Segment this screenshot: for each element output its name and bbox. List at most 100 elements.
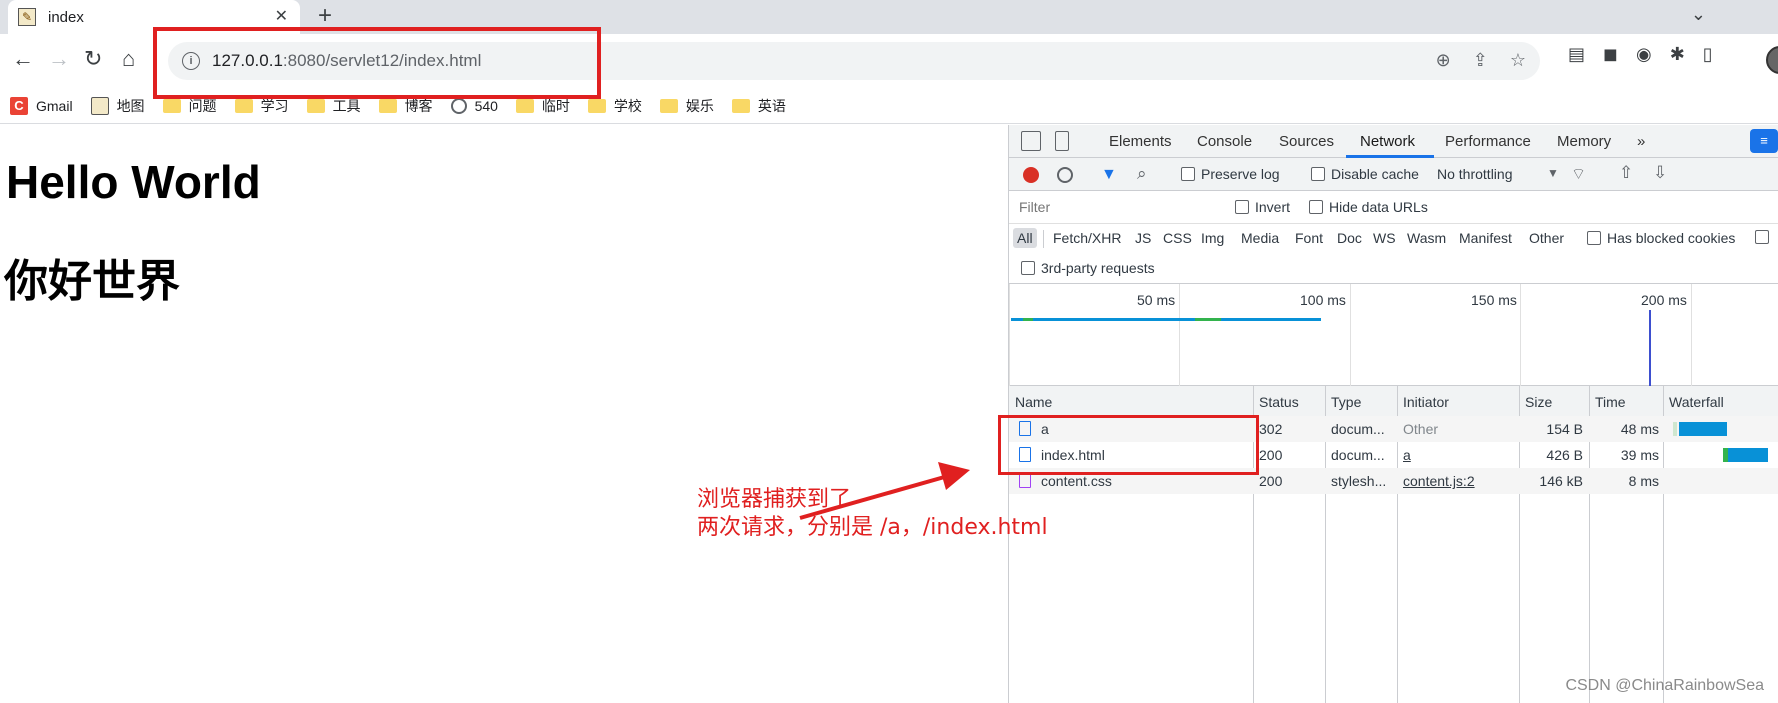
overview-wait-segment: [1023, 318, 1033, 321]
back-arrow-icon[interactable]: ←: [12, 46, 34, 72]
type-fetch-xhr[interactable]: Fetch/XHR: [1049, 228, 1125, 248]
invert-checkbox[interactable]: Invert: [1235, 199, 1290, 215]
network-overview: 50 ms 100 ms 150 ms 200 ms: [1009, 284, 1778, 386]
col-divider: [1589, 386, 1590, 417]
type-wasm[interactable]: Wasm: [1403, 228, 1450, 248]
bookmark-gmail[interactable]: C Gmail: [10, 96, 73, 115]
col-waterfall[interactable]: Waterfall: [1669, 394, 1724, 410]
overview-tick: 150 ms: [1471, 292, 1517, 308]
tab-memory[interactable]: Memory: [1557, 133, 1611, 150]
type-other[interactable]: Other: [1525, 228, 1568, 248]
side-panel-icon[interactable]: ▯: [1703, 44, 1713, 65]
row-type: docum...: [1331, 447, 1385, 463]
row-time: 48 ms: [1620, 421, 1659, 437]
overview-gridline: [1179, 284, 1180, 386]
col-size[interactable]: Size: [1525, 394, 1552, 410]
share-icon[interactable]: ⇪: [1473, 50, 1488, 71]
type-img[interactable]: Img: [1197, 228, 1228, 248]
type-media[interactable]: Media: [1237, 228, 1283, 248]
throttling-select[interactable]: No throttling: [1437, 166, 1512, 182]
extension-b-icon[interactable]: ◉: [1636, 44, 1652, 65]
clear-icon[interactable]: [1057, 167, 1073, 183]
row-size: 146 kB: [1539, 473, 1583, 489]
new-tab-button[interactable]: +: [318, 2, 332, 30]
tab-performance[interactable]: Performance: [1445, 133, 1531, 150]
type-manifest[interactable]: Manifest: [1455, 228, 1516, 248]
type-font[interactable]: Font: [1291, 228, 1327, 248]
tab-title: index: [48, 8, 84, 26]
col-divider: [1253, 386, 1254, 417]
tab-network[interactable]: Network: [1360, 133, 1415, 150]
row-initiator-link[interactable]: a: [1403, 447, 1411, 463]
zoom-icon[interactable]: ⊕: [1436, 50, 1451, 71]
type-doc[interactable]: Doc: [1333, 228, 1366, 248]
extensions-puzzle-icon[interactable]: ✱: [1670, 44, 1685, 65]
type-css[interactable]: CSS: [1159, 228, 1196, 248]
bookmark-540[interactable]: 540: [450, 97, 498, 114]
bookmark-map[interactable]: 地图: [90, 96, 145, 116]
close-tab-icon[interactable]: ✕: [275, 6, 288, 26]
home-icon[interactable]: ⌂: [122, 46, 135, 72]
has-blocked-cookies-checkbox[interactable]: Has blocked cookies: [1587, 230, 1735, 246]
third-party-checkbox[interactable]: 3rd-party requests: [1021, 260, 1155, 276]
gmail-icon: C: [10, 96, 28, 115]
import-har-icon[interactable]: ⇧: [1619, 163, 1633, 183]
requests-table-header: Name Status Type Initiator Size Time Wat…: [1009, 386, 1778, 418]
reload-icon[interactable]: ↻: [84, 46, 102, 72]
filter-input[interactable]: [1013, 195, 1217, 219]
col-divider: [1663, 386, 1664, 417]
tab-search-chevron-icon[interactable]: ⌄: [1691, 4, 1706, 25]
type-all[interactable]: All: [1013, 228, 1037, 248]
overview-tick: 50 ms: [1137, 292, 1176, 308]
throttling-caret-icon[interactable]: ▼: [1547, 166, 1559, 180]
col-name[interactable]: Name: [1015, 394, 1052, 410]
blocked-requests-checkbox[interactable]: [1755, 230, 1769, 244]
waterfall-bar: [1728, 448, 1768, 462]
col-initiator[interactable]: Initiator: [1403, 394, 1449, 410]
col-time[interactable]: Time: [1595, 394, 1626, 410]
heading-nihao-shijie: 你好世界: [4, 256, 180, 307]
bookmark-folder[interactable]: 英语: [731, 96, 786, 116]
record-icon[interactable]: [1023, 167, 1039, 183]
row-size: 426 B: [1546, 447, 1583, 463]
col-type[interactable]: Type: [1331, 394, 1361, 410]
device-toolbar-icon[interactable]: [1055, 131, 1069, 151]
row-type: stylesh...: [1331, 473, 1387, 489]
col-status[interactable]: Status: [1259, 394, 1299, 410]
disable-cache-checkbox[interactable]: Disable cache: [1311, 166, 1419, 182]
tab-elements[interactable]: Elements: [1109, 133, 1172, 150]
type-ws[interactable]: WS: [1369, 228, 1400, 248]
overview-timeline-bar: [1011, 318, 1321, 321]
filter-funnel-icon[interactable]: ▼: [1101, 166, 1117, 184]
folder-icon: [731, 98, 750, 113]
bookmark-star-icon[interactable]: ☆: [1510, 50, 1526, 71]
row-status: 200: [1259, 473, 1283, 489]
tab-sources[interactable]: Sources: [1279, 133, 1334, 150]
bookmark-folder[interactable]: 娱乐: [659, 96, 714, 116]
extension-a-icon[interactable]: ◼: [1603, 44, 1618, 65]
row-status: 200: [1259, 447, 1283, 463]
row-initiator-link[interactable]: content.js:2: [1403, 473, 1475, 489]
network-conditions-icon[interactable]: ⌔: [1571, 164, 1586, 184]
row-size: 154 B: [1546, 421, 1583, 437]
overview-wait-segment: [1195, 318, 1221, 321]
hide-data-urls-checkbox[interactable]: Hide data URLs: [1309, 199, 1428, 215]
more-tabs-button[interactable]: »: [1637, 133, 1645, 150]
feedback-chat-icon[interactable]: ≡: [1750, 129, 1778, 153]
search-icon[interactable]: ⌕: [1137, 164, 1147, 184]
row-initiator: Other: [1403, 421, 1439, 437]
export-har-icon[interactable]: ⇩: [1653, 163, 1667, 183]
overview-gridline: [1009, 284, 1010, 386]
reading-list-icon[interactable]: ▤: [1568, 44, 1585, 65]
folder-icon: [659, 98, 678, 113]
type-js[interactable]: JS: [1131, 228, 1155, 248]
globe-icon: [450, 97, 467, 114]
preserve-log-checkbox[interactable]: Preserve log: [1181, 166, 1280, 182]
row-name[interactable]: content.css: [1041, 473, 1112, 489]
tab-console[interactable]: Console: [1197, 133, 1252, 150]
overview-tick: 200 ms: [1641, 292, 1687, 308]
inspect-element-icon[interactable]: [1021, 131, 1041, 151]
forward-arrow-icon[interactable]: →: [48, 46, 70, 72]
address-highlight-box: [153, 27, 601, 99]
heading-hello-world: Hello World: [6, 156, 261, 208]
